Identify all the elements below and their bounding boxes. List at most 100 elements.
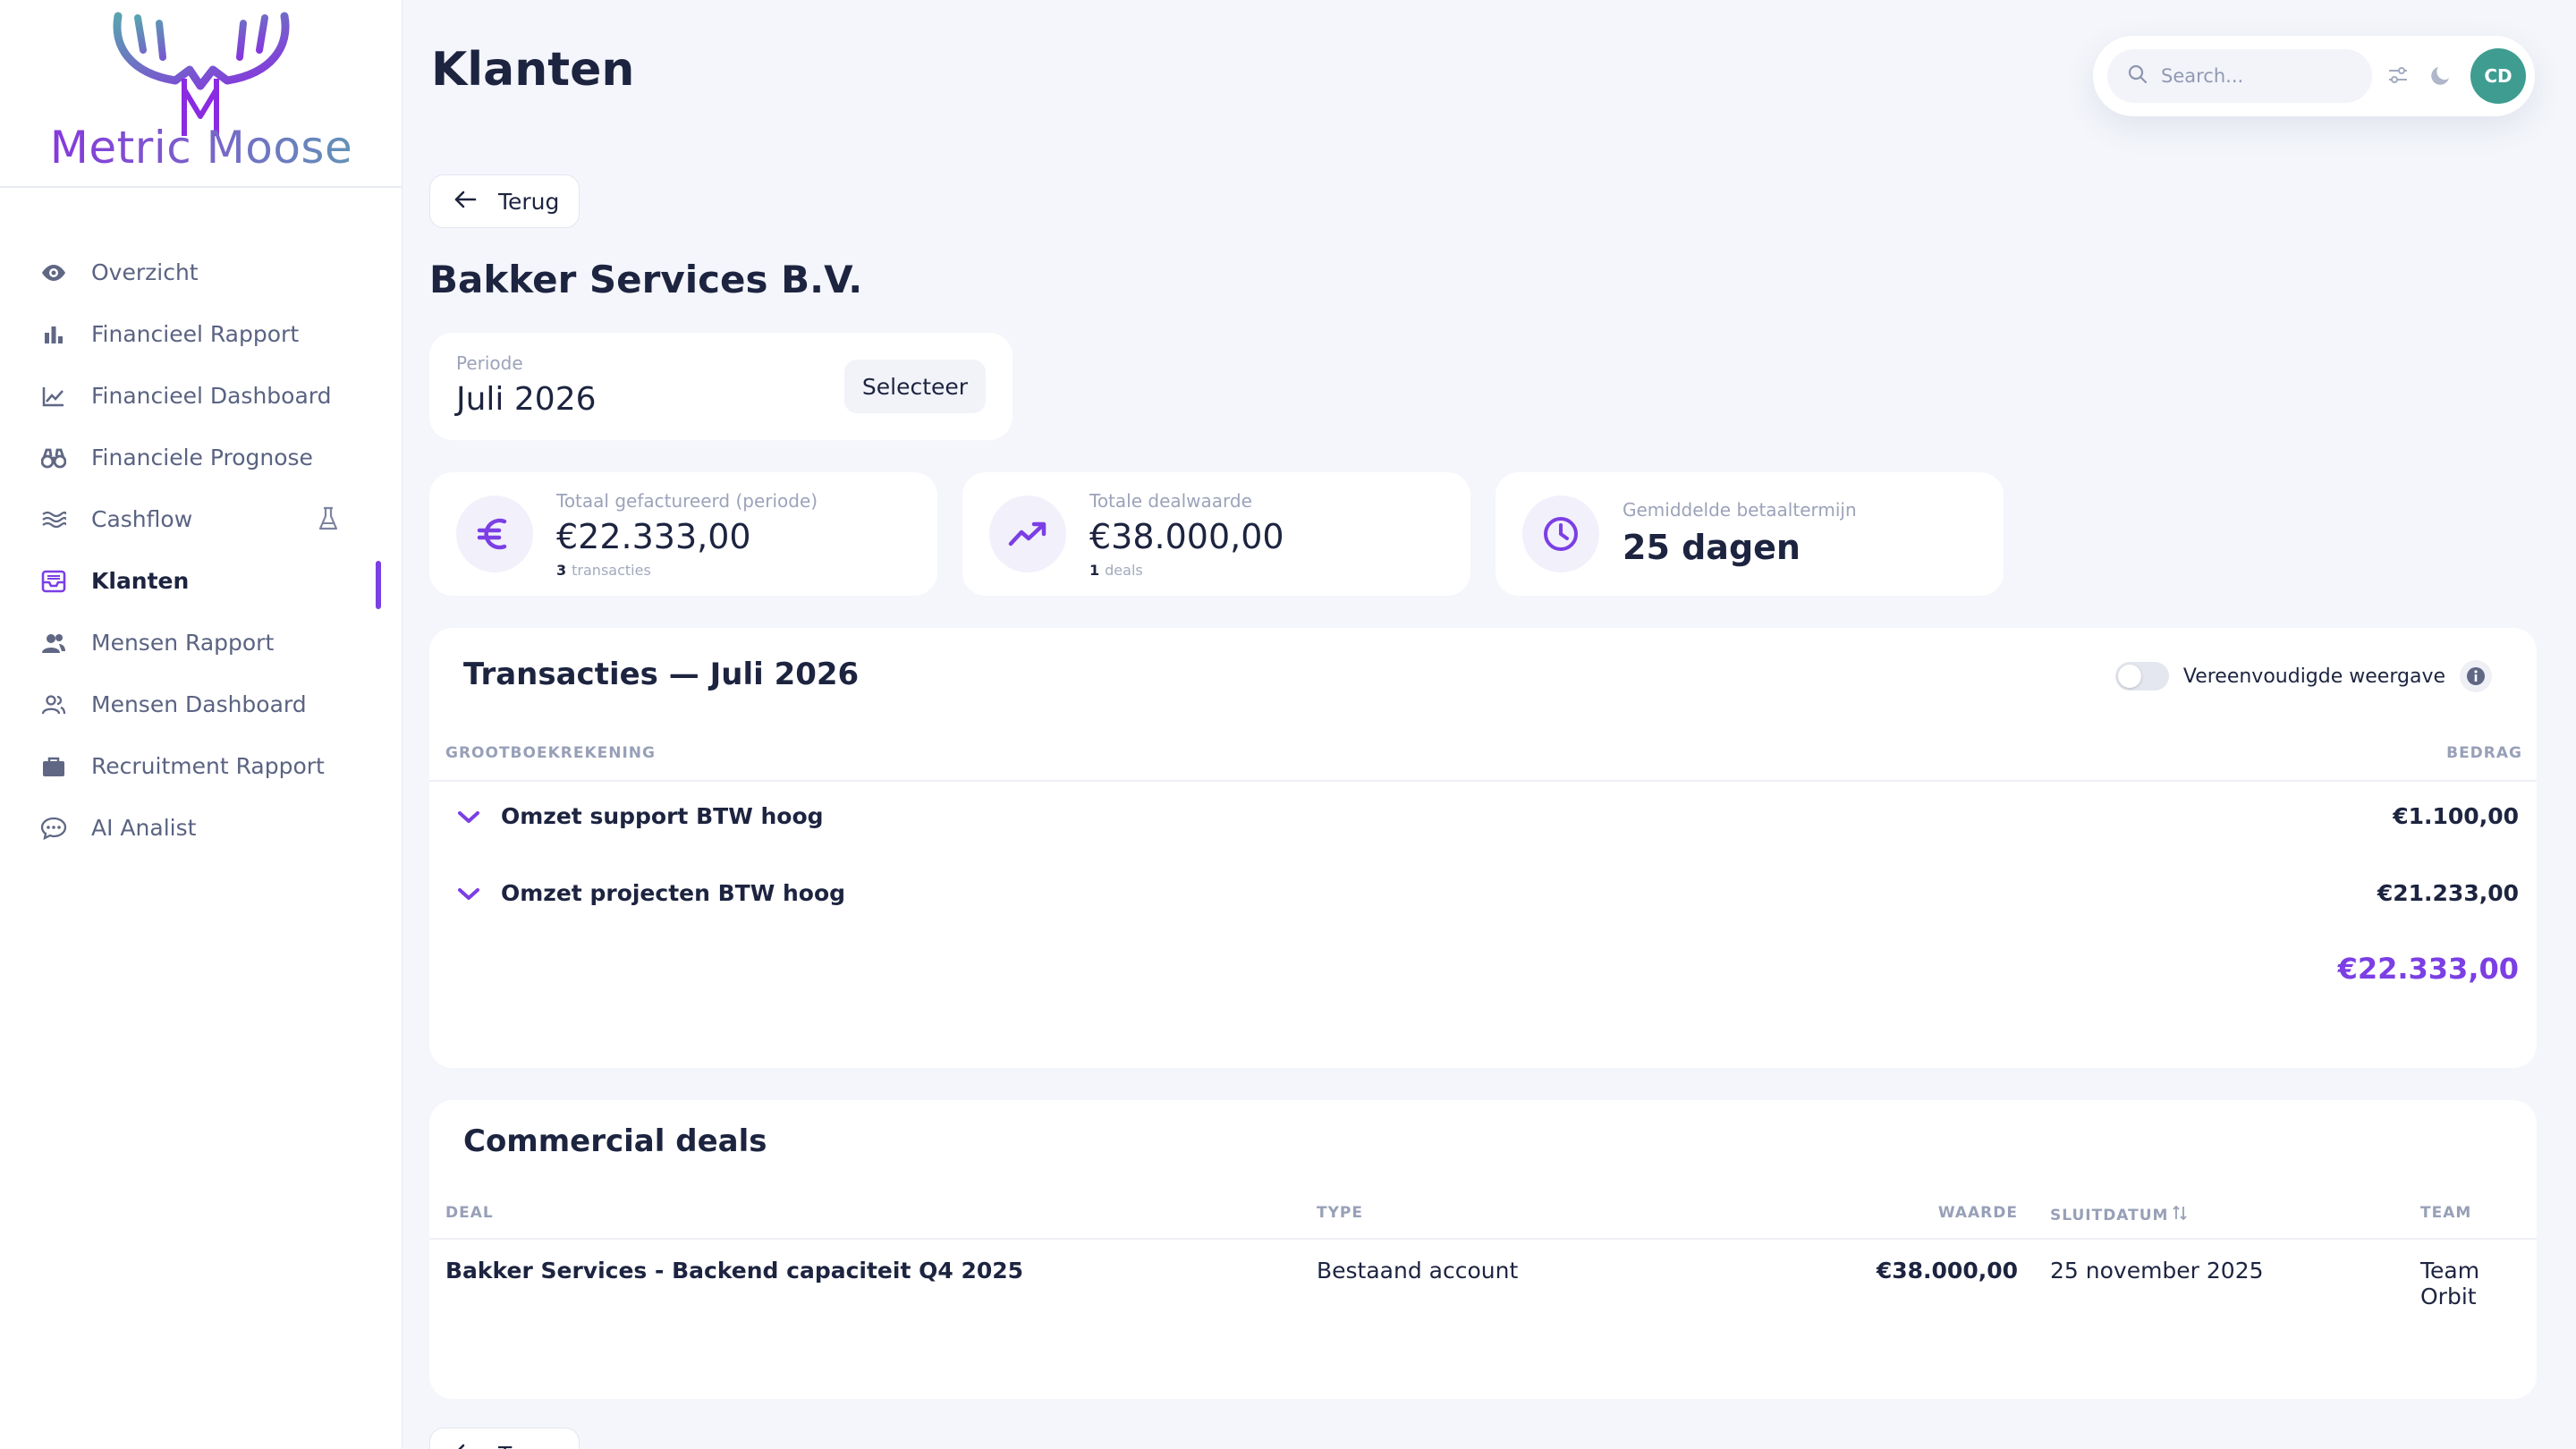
search-icon [2127,64,2148,89]
main-content: Klanten CD Terug Bakker Services B.V. Pe… [402,0,2576,1449]
sidebar-item-mensen-dashboard[interactable]: Mensen Dashboard [0,674,402,735]
deal-team: Team Orbit [2420,1258,2480,1309]
table-row[interactable]: Bakker Services - Backend capaciteit Q4 … [429,1240,2537,1309]
back-button-bottom[interactable]: Terug [429,1428,580,1449]
sidebar-item-financieel-dashboard[interactable]: Financieel Dashboard [0,365,402,427]
stat-value: €22.333,00 [556,517,751,556]
column-header-team: TEAM [2420,1204,2472,1222]
stat-label: Gemiddelde betaaltermijn [1623,499,1857,521]
sidebar-item-recruitment-rapport[interactable]: Recruitment Rapport [0,735,402,797]
back-button-label: Terug [498,188,560,215]
deals-title: Commercial deals [463,1123,767,1159]
sidebar-item-label: Mensen Rapport [91,630,275,656]
arrow-left-icon [453,1442,477,1449]
search-input[interactable] [2161,65,2358,87]
stat-value: €38.000,00 [1089,517,1284,556]
top-toolbar: CD [2093,36,2535,116]
avatar[interactable]: CD [2470,48,2526,104]
brand-name: Metric Moose [0,122,402,174]
users-outline-icon [39,691,68,719]
transaction-row[interactable]: Omzet support BTW hoog €1.100,00 [429,782,2537,859]
deals-card: Commercial deals DEAL TYPE WAARDE SLUITD… [429,1100,2537,1399]
transactions-total: €22.333,00 [2337,952,2519,986]
sidebar-item-label: Financieel Dashboard [91,383,332,409]
eye-icon [39,258,68,287]
chevron-down-icon[interactable] [456,809,481,830]
sidebar-item-financieel-rapport[interactable]: Financieel Rapport [0,303,402,365]
moon-icon[interactable] [2429,64,2453,90]
users-icon [39,629,68,657]
sidebar-item-overzicht[interactable]: Overzicht [0,242,402,303]
sidebar-item-label: Mensen Dashboard [91,691,307,717]
chat-icon [39,814,68,843]
deal-name[interactable]: Bakker Services - Backend capaciteit Q4 … [445,1258,1023,1284]
sidebar-item-label: Financieel Rapport [91,321,300,347]
page-title: Klanten [431,43,635,97]
logo[interactable]: Metric Moose [0,0,402,188]
sidebar-item-cashflow[interactable]: Cashflow [0,488,402,550]
simplified-view-toggle-group: Vereenvoudigde weergave [2114,660,2492,692]
line-chart-icon [39,382,68,411]
transaction-account: Omzet support BTW hoog [501,803,824,829]
filter-sliders-icon[interactable] [2386,64,2410,90]
chevron-down-icon[interactable] [456,886,481,907]
sidebar-item-label: Recruitment Rapport [91,753,325,779]
stat-card-invoiced: Totaal gefactureerd (periode) €22.333,00… [429,472,937,596]
stat-card-payment-term: Gemiddelde betaaltermijn 25 dagen [1496,472,2004,596]
stat-label: Totaal gefactureerd (periode) [556,490,818,512]
period-card: Periode Juli 2026 Selecteer [429,333,1013,440]
sidebar-item-klanten[interactable]: Klanten [0,550,402,612]
stat-subtext: 1 deals [1089,562,1143,579]
select-period-button[interactable]: Selecteer [844,360,986,413]
bar-chart-icon [39,320,68,349]
sidebar-nav: Overzicht Financieel Rapport Financieel … [0,242,402,859]
stat-sub-text: transacties [572,562,651,579]
sidebar-item-financiele-prognose[interactable]: Financiele Prognose [0,427,402,488]
info-icon[interactable] [2460,660,2492,692]
sidebar-item-label: Financiele Prognose [91,445,313,470]
deal-type: Bestaand account [1317,1258,1519,1284]
arrow-left-icon [453,189,477,215]
column-header-type: TYPE [1317,1204,1363,1222]
column-header-close-date[interactable]: SLUITDATUM [2050,1204,2188,1226]
waves-icon [39,505,68,534]
column-header-close-date-label: SLUITDATUM [2050,1206,2169,1224]
sort-icon[interactable] [2172,1204,2188,1226]
column-header-account: GROOTBOEKREKENING [445,744,656,762]
flask-icon [318,506,338,537]
deal-close-date: 25 november 2025 [2050,1258,2264,1284]
back-button[interactable]: Terug [429,174,580,228]
sidebar-item-label: Overzicht [91,259,199,285]
stat-value: 25 dagen [1623,528,1801,567]
inbox-icon [39,567,68,596]
clock-icon [1522,496,1599,572]
client-name: Bakker Services B.V. [429,258,863,301]
column-header-deal: DEAL [445,1204,494,1222]
period-value: Juli 2026 [456,381,597,418]
stat-sub-count: 3 [556,562,567,579]
stat-label: Totale dealwaarde [1089,490,1252,512]
column-header-value: WAARDE [1937,1204,2018,1222]
moose-antlers-icon [113,12,290,136]
transaction-row[interactable]: Omzet projecten BTW hoog €21.233,00 [429,859,2537,936]
stat-sub-text: deals [1105,562,1143,579]
column-header-amount: BEDRAG [2446,744,2522,762]
transaction-account: Omzet projecten BTW hoog [501,880,846,906]
sidebar-item-label: Klanten [91,568,190,594]
briefcase-icon [39,752,68,781]
trending-up-icon [989,496,1066,572]
back-button-label: Terug [498,1442,559,1449]
sidebar-item-ai-analist[interactable]: AI Analist [0,797,402,859]
sidebar-item-mensen-rapport[interactable]: Mensen Rapport [0,612,402,674]
search-box[interactable] [2107,49,2372,103]
stat-card-deal-value: Totale dealwaarde €38.000,00 1 deals [962,472,1470,596]
simplified-view-toggle[interactable] [2114,662,2169,691]
deal-value: €38.000,00 [1876,1258,2018,1284]
transactions-card: Transacties — Juli 2026 Vereenvoudigde w… [429,628,2537,1068]
stat-subtext: 3 transacties [556,562,651,579]
period-label: Periode [456,352,523,374]
transaction-amount: €21.233,00 [2377,880,2519,906]
sidebar-item-label: Cashflow [91,506,193,532]
sidebar: Metric Moose Overzicht Financieel Rappor… [0,0,402,1449]
toggle-label: Vereenvoudigde weergave [2182,665,2445,688]
